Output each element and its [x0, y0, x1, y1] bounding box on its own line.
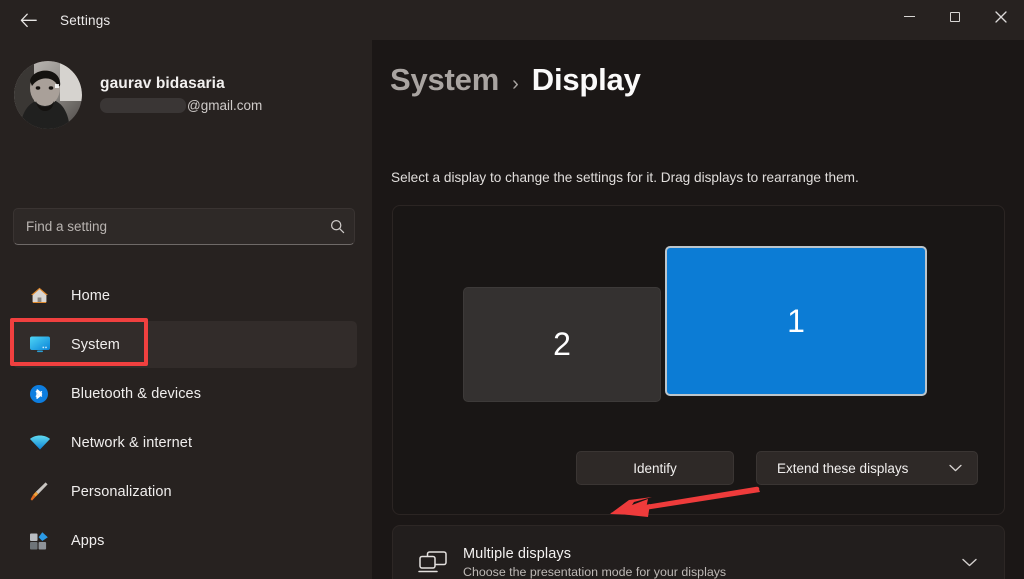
search-icon: [320, 219, 354, 234]
display-number: 2: [553, 326, 571, 362]
multiple-displays-card[interactable]: Multiple displays Choose the presentatio…: [392, 525, 1005, 579]
card-text: Multiple displays Choose the presentatio…: [463, 546, 952, 579]
profile-email-suffix: @gmail.com: [187, 98, 263, 113]
maximize-icon: [950, 11, 960, 22]
sidebar-item-label: System: [71, 336, 120, 353]
close-button[interactable]: [978, 0, 1024, 33]
close-icon: [995, 10, 1007, 23]
sidebar-item-personalization[interactable]: Personalization: [13, 468, 357, 515]
sidebar: gaurav bidasaria @gmail.com Find a setti…: [0, 40, 372, 579]
settings-window: Settings gaurav bidasaria @gmail.com Fin…: [0, 0, 1024, 579]
sidebar-item-home[interactable]: Home: [13, 272, 357, 319]
sidebar-item-label: Apps: [71, 532, 105, 549]
display-tile-2[interactable]: 2: [463, 287, 661, 402]
system-monitor-icon: [29, 334, 55, 356]
sidebar-item-label: Personalization: [71, 483, 172, 500]
dual-monitor-icon: [413, 550, 453, 576]
card-subtitle: Choose the presentation mode for your di…: [463, 565, 727, 579]
minimize-button[interactable]: [886, 0, 932, 33]
bluetooth-icon: [29, 383, 55, 405]
display-instructions: Select a display to change the settings …: [391, 170, 859, 185]
back-button[interactable]: [8, 4, 48, 36]
sidebar-item-label: Network & internet: [71, 434, 193, 451]
wifi-icon: [29, 432, 55, 454]
sidebar-item-network-internet[interactable]: Network & internet: [13, 419, 357, 466]
sidebar-item-accounts[interactable]: Accounts: [13, 566, 357, 579]
maximize-button[interactable]: [932, 0, 978, 33]
display-arrangement-panel: 2 1 Identify Extend these displays: [392, 205, 1005, 515]
identify-button[interactable]: Identify: [576, 451, 734, 485]
profile-text: gaurav bidasaria @gmail.com: [100, 75, 262, 115]
card-title: Multiple displays: [463, 546, 572, 562]
sidebar-item-label: Bluetooth & devices: [71, 385, 202, 402]
window-controls: [886, 0, 1024, 40]
window-title: Settings: [60, 12, 111, 28]
paintbrush-icon: [29, 481, 55, 503]
display-mode-dropdown[interactable]: Extend these displays: [756, 451, 978, 485]
chevron-down-icon[interactable]: [952, 558, 986, 567]
avatar-photo-icon: [14, 61, 82, 129]
search-box[interactable]: [13, 208, 355, 245]
sidebar-item-system[interactable]: System: [13, 321, 357, 368]
sidebar-item-label: Home: [71, 287, 111, 304]
chevron-down-icon: [949, 464, 962, 472]
content-area: System › Display Select a display to cha…: [372, 40, 1024, 579]
display-number: 1: [787, 302, 805, 339]
panel-button-row: Identify Extend these displays: [393, 451, 1006, 485]
profile-email: @gmail.com: [100, 96, 262, 115]
sidebar-item-bluetooth-devices[interactable]: Bluetooth & devices: [13, 370, 357, 417]
display-mode-label: Extend these displays: [777, 460, 909, 476]
sidebar-item-apps[interactable]: Apps: [13, 517, 357, 564]
breadcrumb: System › Display: [390, 62, 641, 98]
minimize-icon: [903, 15, 915, 18]
page-title: Display: [531, 62, 641, 97]
sidebar-nav: Home System Bluetooth & devices Network …: [0, 272, 372, 579]
apps-icon: [29, 530, 55, 552]
user-profile[interactable]: gaurav bidasaria @gmail.com: [14, 61, 262, 129]
avatar: [14, 61, 82, 129]
breadcrumb-parent[interactable]: System: [390, 62, 499, 98]
profile-name: gaurav bidasaria: [100, 75, 225, 92]
breadcrumb-separator-icon: ›: [512, 73, 519, 95]
title-bar: Settings: [0, 0, 1024, 40]
redacted-email-block: [100, 98, 186, 113]
search-input[interactable]: [14, 219, 320, 234]
monitor-canvas[interactable]: 2 1: [393, 244, 1006, 402]
home-icon: [29, 285, 55, 307]
arrow-left-icon: [20, 13, 37, 27]
display-tile-1[interactable]: 1: [665, 246, 927, 396]
